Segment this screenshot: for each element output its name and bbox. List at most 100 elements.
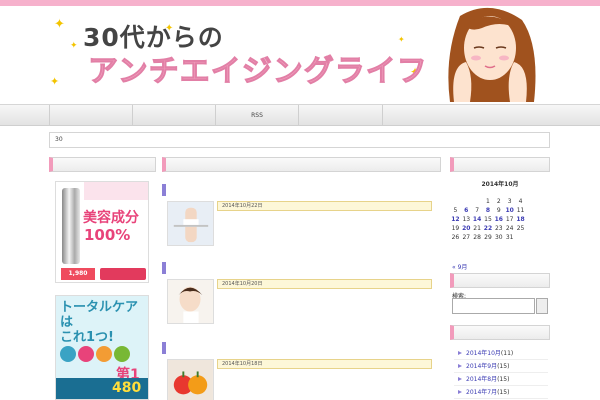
calendar-day: 29 xyxy=(484,234,492,241)
breadcrumb: 30 xyxy=(49,132,550,148)
calendar-days: 1 2 3 4 5 6 7 8 9 10 11 12 13 14 15 16 17 18 19 20 21 22 23 24 2… xyxy=(450,197,526,242)
banner2-headline: トータルケアは これ1つ! xyxy=(60,300,139,345)
post-date: 2014年10月20日 xyxy=(222,281,263,287)
calendar-weekday xyxy=(515,188,526,197)
calendar-day xyxy=(472,197,483,206)
post-thumbnail[interactable] xyxy=(167,279,214,324)
right-sidebar: 2014年10月 1 2 3 4 5 6 7 8 9 10 11 12 13 14 15 16 17 18 19 20… xyxy=(450,157,550,400)
calendar-heading xyxy=(450,157,550,172)
calendar-day-link[interactable]: 6 xyxy=(461,206,472,215)
banner-percent: 100% xyxy=(84,226,131,244)
site-title-bottom: アンチエイジングライフ xyxy=(88,54,428,90)
sparkle-icon: ✦ xyxy=(50,75,60,88)
post-meta: 2014年10月22日 xyxy=(217,201,432,211)
calendar-day xyxy=(450,197,461,206)
archive-item[interactable]: 2014年8月(15) xyxy=(454,373,548,386)
main-heading xyxy=(162,157,441,172)
calendar-widget: 2014年10月 1 2 3 4 5 6 7 8 9 10 11 12 13 14 15 16 17 18 19 20… xyxy=(450,179,550,271)
search-button[interactable] xyxy=(536,298,548,314)
calendar-day xyxy=(515,233,526,242)
main-nav: RSS xyxy=(0,104,600,126)
calendar-day: 26 xyxy=(451,234,460,241)
calendar-day-link[interactable]: 14 xyxy=(472,215,483,224)
post-title[interactable] xyxy=(162,262,441,274)
calendar-day: 17 xyxy=(505,216,514,223)
banner-ribbon xyxy=(84,182,148,200)
calendar-weekday xyxy=(504,188,515,197)
serum-banner[interactable]: 美容成分 100% 1,980 xyxy=(55,181,149,283)
post-title[interactable] xyxy=(162,342,441,354)
calendar-day-link[interactable]: 8 xyxy=(483,206,494,215)
calendar-day-link[interactable]: 20 xyxy=(461,224,472,233)
nav-item-contact[interactable] xyxy=(299,105,383,126)
calendar-day-link[interactable]: 18 xyxy=(515,215,526,224)
serum-bottle-image xyxy=(62,188,80,264)
calendar-day: 25 xyxy=(516,225,525,232)
calendar-day: 15 xyxy=(484,216,492,223)
calendar-day: 1 xyxy=(486,198,490,205)
post-date: 2014年10月18日 xyxy=(222,361,263,367)
calendar-week: 1234 xyxy=(450,197,526,206)
calendar-week: 19 20 21 22 23 24 25 xyxy=(450,224,526,233)
calendar-day-link[interactable]: 12 xyxy=(450,215,461,224)
calendar-day: 30 xyxy=(494,234,503,241)
banner-price: 1,980 xyxy=(61,268,95,280)
calendar-day-link[interactable]: 22 xyxy=(483,224,494,233)
search-input[interactable] xyxy=(452,298,535,314)
site-header[interactable]: ✦ ✦ ✦ ✦ ✦ ✦ 30代からの アンチエイジングライフ xyxy=(0,6,600,102)
calendar-day-link[interactable]: 10 xyxy=(504,206,515,215)
calendar-weekday xyxy=(493,188,504,197)
calendar-day: 27 xyxy=(462,234,471,241)
calendar-day: 24 xyxy=(505,225,514,232)
calendar-day: 13 xyxy=(462,216,471,223)
post-item: 2014年10月18日 xyxy=(162,342,441,400)
archives-list: 2014年10月(11) 2014年9月(15) 2014年8月(15) 201… xyxy=(454,347,548,399)
banner2-price: 480 xyxy=(112,380,142,396)
calendar-day: 5 xyxy=(453,207,458,214)
woman-illustration xyxy=(448,7,536,102)
calendar-table: 1 2 3 4 5 6 7 8 9 10 11 12 13 14 15 16 17 18 19 20 21 22 23 24 2… xyxy=(450,188,526,242)
nav-item-rss[interactable]: RSS xyxy=(216,105,299,126)
archive-item[interactable]: 2014年9月(15) xyxy=(454,360,548,373)
search-heading xyxy=(450,273,550,288)
calendar-day: 23 xyxy=(494,225,503,232)
nav-item-sitemap[interactable] xyxy=(133,105,216,126)
main-column: 2014年10月22日 2014年10月20日 2014年10月18日 xyxy=(162,157,441,400)
calendar-day: 4 xyxy=(518,198,523,205)
calendar-caption: 2014年10月 xyxy=(481,181,519,188)
banner-details-button[interactable] xyxy=(100,268,146,280)
calendar-day-link[interactable]: 16 xyxy=(493,215,504,224)
calendar-week: 26 27 28 29 30 31 xyxy=(450,233,526,242)
calendar-day: 19 xyxy=(451,225,460,232)
banner-headline: 美容成分 xyxy=(83,210,139,226)
post-date: 2014年10月22日 xyxy=(222,203,263,209)
post-meta: 2014年10月18日 xyxy=(217,359,432,369)
bubble-icon xyxy=(60,346,76,362)
archive-item[interactable]: 2014年7月(15) xyxy=(454,386,548,399)
calendar-day: 3 xyxy=(507,198,512,205)
calendar-prev-month-link[interactable]: « 9月 xyxy=(452,262,467,271)
sparkle-icon: ✦ xyxy=(70,41,78,51)
bubble-icon xyxy=(114,346,130,362)
archive-item[interactable]: 2014年10月(11) xyxy=(454,347,548,360)
post-thumbnail[interactable] xyxy=(167,201,214,246)
calendar-day: 28 xyxy=(473,234,481,241)
calendar-weekday xyxy=(450,188,461,197)
left-sidebar-heading xyxy=(49,157,156,172)
calendar-weekday xyxy=(483,188,494,197)
post-title[interactable] xyxy=(162,184,441,196)
calendar-weekday xyxy=(472,188,483,197)
post-thumbnail[interactable] xyxy=(167,359,214,400)
bubble-icon xyxy=(96,346,112,362)
calendar-day: 7 xyxy=(475,207,480,214)
calendar-day: 11 xyxy=(516,207,525,214)
sparkle-icon: ✦ xyxy=(54,17,65,32)
calendar-week: 12 13 14 15 16 17 18 xyxy=(450,215,526,224)
calendar-day: 9 xyxy=(496,207,501,214)
total-care-banner[interactable]: トータルケアは これ1つ! 第1位 480 xyxy=(55,295,149,400)
calendar-day: 2 xyxy=(496,198,501,205)
calendar-weekdays xyxy=(450,188,526,197)
nav-item-home[interactable] xyxy=(49,105,133,126)
post-item: 2014年10月22日 xyxy=(162,184,441,262)
post-meta: 2014年10月20日 xyxy=(217,279,432,289)
